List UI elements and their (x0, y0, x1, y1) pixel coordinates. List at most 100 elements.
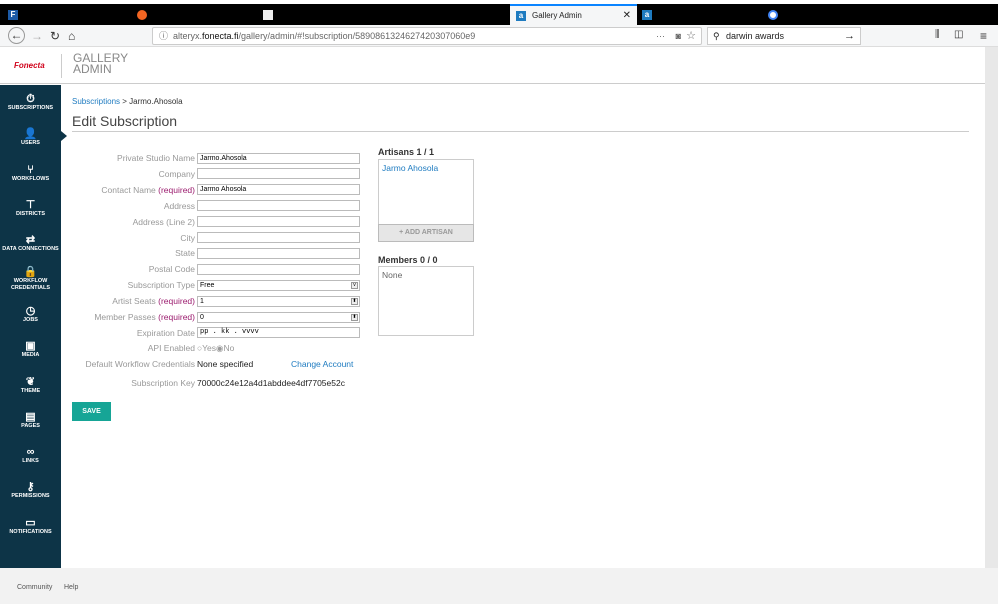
browser-toolbar: ← → ↻ ⌂ ⓘ alteryx.fonecta.fi/gallery/admi… (0, 25, 998, 47)
save-button[interactable]: SAVE (72, 402, 111, 421)
sidebar-item-theme[interactable]: ❦ THEME (0, 367, 61, 402)
back-icon[interactable]: ← (8, 27, 25, 44)
city-input[interactable] (197, 232, 360, 243)
expiration-input[interactable]: pp . kk . vvvv (197, 327, 360, 339)
postal-label: Postal Code (148, 264, 195, 275)
contact-label: Contact Name (required) (101, 184, 195, 195)
fonecta-logo[interactable]: Fonecta (14, 61, 45, 70)
tab-2[interactable] (137, 4, 153, 25)
page-title: Edit Subscription (72, 113, 178, 129)
menu-icon[interactable]: ≡ (980, 29, 987, 43)
contact-input[interactable]: Jarmo Ahosola (197, 184, 360, 196)
sidebar: ⏱ SUBSCRIPTIONS 👤 USERS ⑂ WORKFLOWS ⊤ DISTRICTS… (0, 85, 61, 568)
help-link[interactable]: Help (64, 584, 78, 591)
sidebar-item-label: WORKFLOW CREDENTIALS (10, 278, 51, 292)
more-icon[interactable]: ··· (656, 28, 665, 44)
jobs-icon: ◷ (25, 304, 36, 317)
fonecta-favicon-icon: F (8, 9, 18, 20)
company-label: Company (158, 168, 195, 179)
go-arrow-icon[interactable]: → (844, 28, 855, 44)
sidebar-toggle-icon[interactable]: ◫ (954, 29, 963, 40)
sub-type-label: Subscription Type (127, 280, 195, 291)
studio-name-input[interactable]: Jarmo.Ahosola (197, 152, 360, 164)
community-link[interactable]: Community (17, 584, 52, 591)
address2-input[interactable] (197, 216, 360, 228)
expiration-row: Expiration Date pp . kk . vvvv (60, 327, 362, 339)
tab-3[interactable] (263, 4, 279, 25)
state-label: State (175, 248, 195, 259)
sidebar-item-districts[interactable]: ⊤ DISTRICTS (0, 191, 61, 226)
sidebar-item-media[interactable]: ▣ MEDIA (0, 332, 61, 367)
sidebar-item-jobs[interactable]: ◷ JOBS (0, 297, 61, 332)
search-input[interactable]: ⚲ darwin awards → (707, 27, 861, 45)
artist-seats-label: Artist Seats (required) (112, 296, 195, 307)
subscription-key-value: 70000c24e12a4d1abddee4df7705e52c (197, 378, 345, 388)
chevron-down-icon[interactable]: v (351, 281, 358, 289)
sidebar-item-workflow-credentials[interactable]: 🔒 WORKFLOW CREDENTIALS (0, 261, 61, 296)
sidebar-item-label: USERS (21, 140, 40, 147)
sidebar-item-label: DISTRICTS (15, 211, 46, 218)
credentials-value: None specified (197, 359, 254, 369)
artisan-item[interactable]: Jarmo Ahosola (382, 163, 470, 173)
stepper-icon[interactable]: ⬍ (351, 297, 358, 305)
member-passes-input[interactable]: 0 ⬍ (197, 311, 360, 323)
api-no-radio[interactable]: ◉No (216, 343, 234, 354)
url-bar[interactable]: ⓘ alteryx.fonecta.fi/gallery/admin/#!subs… (152, 27, 702, 45)
company-row: Company (60, 168, 362, 180)
url-path: /gallery/admin/#!subscription/5890861324… (238, 31, 476, 41)
sidebar-item-links[interactable]: ∞ LINKS (0, 438, 61, 473)
artist-seats-row: Artist Seats (required) 1 ⬍ (60, 295, 362, 307)
footer: Community Help (0, 568, 998, 604)
media-icon: ▣ (25, 340, 36, 353)
sub-type-input[interactable]: Free v (197, 279, 360, 291)
state-input[interactable] (197, 247, 360, 259)
api-yes-radio[interactable]: ○Yes (197, 343, 216, 353)
subscriptions-icon: ⏱ (26, 93, 35, 106)
sidebar-item-data-connections[interactable]: ⇄ DATA CONNECTIONS (0, 226, 61, 261)
pocket-icon[interactable]: ◙ (676, 28, 681, 44)
breadcrumb: Subscriptions > Jarmo.Ahosola (72, 97, 183, 106)
artist-seats-input[interactable]: 1 ⬍ (197, 295, 360, 307)
close-tab-icon[interactable]: ✕ (623, 10, 631, 21)
artisans-heading: Artisans 1 / 1 (378, 147, 435, 157)
tab-bar: F a Gallery Admin ✕ a (0, 4, 998, 25)
scrollbar[interactable] (985, 47, 998, 568)
breadcrumb-subscriptions[interactable]: Subscriptions (72, 97, 120, 106)
add-artisan-button[interactable]: + ADD ARTISAN (378, 224, 474, 242)
permissions-icon: ⚷ (26, 481, 35, 494)
tab-gallery-admin[interactable]: a Gallery Admin ✕ (510, 4, 637, 25)
sidebar-item-users[interactable]: 👤 USERS (0, 120, 61, 155)
breadcrumb-current: Jarmo.Ahosola (129, 97, 183, 106)
tab-fonecta[interactable]: F (8, 4, 24, 25)
home-icon[interactable]: ⌂ (68, 29, 75, 43)
google-favicon-icon (768, 9, 778, 20)
library-icon[interactable]: ⫼ (935, 29, 940, 40)
url-prefix: alteryx. (173, 31, 203, 41)
sidebar-item-label: MEDIA (21, 352, 40, 359)
reload-icon[interactable]: ↻ (50, 29, 60, 43)
sidebar-item-notifications[interactable]: ▭ NOTIFICATIONS (0, 509, 61, 544)
media-favicon-icon (137, 9, 147, 20)
sidebar-item-permissions[interactable]: ⚷ PERMISSIONS (0, 473, 61, 508)
theme-icon: ❦ (25, 375, 36, 388)
sidebar-item-label: LINKS (22, 458, 39, 465)
address-input[interactable] (197, 200, 360, 212)
sidebar-item-pages[interactable]: ▤ PAGES (0, 403, 61, 438)
sidebar-item-workflows[interactable]: ⑂ WORKFLOWS (0, 156, 61, 191)
expiration-label: Expiration Date (136, 327, 195, 338)
sidebar-item-label: SUBSCRIPTIONS (7, 105, 54, 112)
tab-5[interactable]: a (642, 4, 658, 25)
sidebar-item-label: THEME (20, 387, 41, 394)
districts-icon: ⊤ (25, 199, 36, 212)
change-account-link[interactable]: Change Account (291, 359, 353, 369)
divider (61, 54, 62, 78)
star-icon[interactable]: ☆ (686, 28, 696, 44)
sidebar-item-label: DATA CONNECTIONS (2, 246, 59, 253)
stepper-icon[interactable]: ⬍ (351, 313, 358, 321)
postal-input[interactable] (197, 263, 360, 275)
tab-google[interactable] (768, 4, 784, 25)
divider (72, 131, 969, 132)
company-input[interactable] (197, 168, 360, 180)
forward-icon[interactable]: → (31, 29, 43, 43)
sidebar-item-subscriptions[interactable]: ⏱ SUBSCRIPTIONS (0, 85, 61, 120)
